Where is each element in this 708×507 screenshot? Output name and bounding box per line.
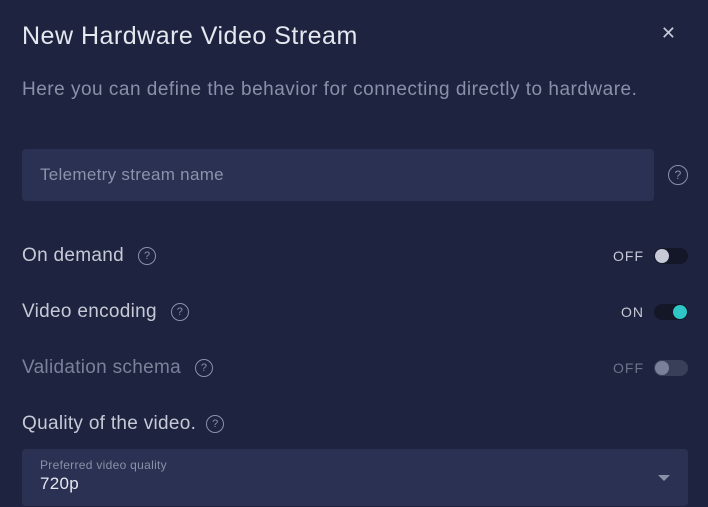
- video-encoding-label: Video encoding: [22, 301, 157, 323]
- help-icon[interactable]: ?: [206, 415, 224, 433]
- quality-select[interactable]: Preferred video quality 720p: [22, 449, 688, 506]
- stream-name-input[interactable]: [22, 149, 654, 201]
- on-demand-toggle[interactable]: [654, 248, 688, 264]
- chevron-down-icon: [658, 475, 670, 481]
- help-icon[interactable]: ?: [195, 359, 213, 377]
- help-icon[interactable]: ?: [138, 247, 156, 265]
- quality-floating-label: Preferred video quality: [40, 458, 672, 472]
- dialog-title: New Hardware Video Stream: [22, 22, 358, 51]
- help-icon[interactable]: ?: [171, 303, 189, 321]
- quality-section-label: Quality of the video.: [22, 413, 196, 435]
- validation-schema-toggle: [654, 360, 688, 376]
- on-demand-label: On demand: [22, 245, 124, 267]
- close-icon[interactable]: ✕: [657, 20, 680, 46]
- help-icon[interactable]: ?: [668, 165, 688, 185]
- video-encoding-state: ON: [621, 304, 644, 320]
- quality-value: 720p: [40, 474, 672, 494]
- on-demand-state: OFF: [613, 248, 644, 264]
- video-encoding-toggle[interactable]: [654, 304, 688, 320]
- validation-schema-state: OFF: [613, 360, 644, 376]
- validation-schema-label: Validation schema: [22, 357, 181, 379]
- dialog-subtitle: Here you can define the behavior for con…: [22, 79, 688, 101]
- dialog-new-hardware-stream: New Hardware Video Stream ✕ Here you can…: [0, 0, 708, 506]
